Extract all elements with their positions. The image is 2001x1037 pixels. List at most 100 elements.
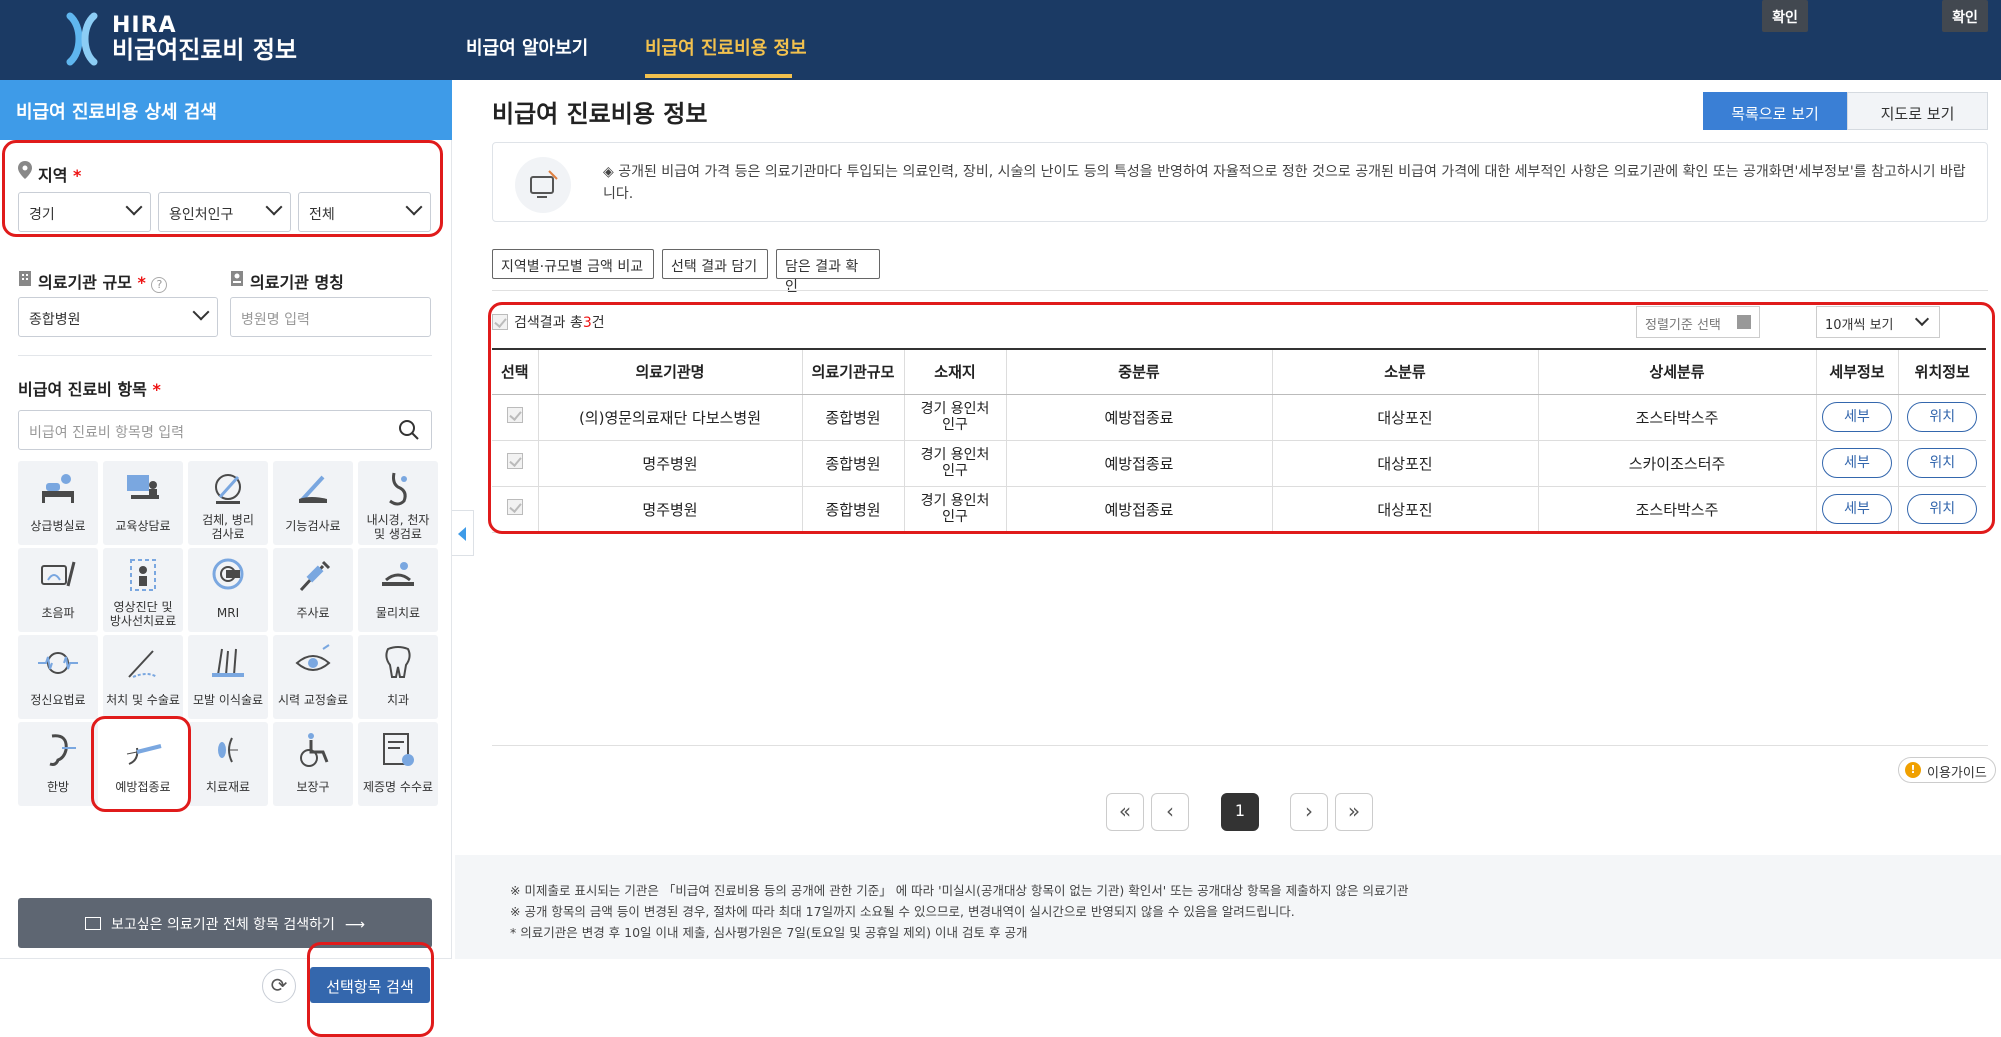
bed-icon	[42, 474, 74, 503]
category-label-line: 및 생검료	[374, 527, 422, 541]
chevron-down-icon	[192, 303, 210, 321]
page-current[interactable]: 1	[1221, 793, 1259, 831]
tab-list-view[interactable]: 목록으로 보기	[1703, 92, 1847, 130]
usage-guide-button[interactable]: 이용가이드	[1898, 757, 1996, 783]
syringe-hand-icon	[299, 475, 327, 503]
category-physical-therapy[interactable]: 물리치료	[358, 548, 438, 632]
logo-line1: HIRA	[112, 13, 177, 38]
category-injection[interactable]: 주사료	[273, 548, 353, 632]
category-vision-correction[interactable]: 시력 교정술료	[273, 635, 353, 719]
logo-text[interactable]: HIRA 비급여진료비 정보	[112, 13, 297, 64]
highlight-region	[2, 140, 443, 237]
hospital-list-icon	[85, 917, 102, 930]
therapy-icon	[382, 562, 414, 586]
refresh-icon: ⟳	[270, 973, 288, 997]
notice-box: ◈ 공개된 비급여 가격 등은 의료기관마다 투입되는 의료인력, 장비, 시술…	[492, 142, 1988, 222]
category-imaging[interactable]: 영상진단 및 방사선치료료	[103, 548, 183, 632]
certificate-icon	[383, 733, 414, 766]
item-label-text: 비급여 진료비 항목	[18, 380, 147, 399]
category-label: 제증명 수수료	[362, 780, 434, 794]
category-ward[interactable]: 상급병실료	[18, 461, 98, 545]
page-last-button[interactable]: »	[1335, 793, 1373, 831]
category-label: 치료재료	[205, 780, 251, 794]
category-surgery[interactable]: 처치 및 수술료	[103, 635, 183, 719]
logo-line2: 비급여진료비 정보	[112, 36, 297, 64]
compare-by-region-button[interactable]: 지역별·규모별 금액 비교	[492, 249, 654, 279]
search-icon[interactable]	[398, 419, 420, 441]
full-search-label: 보고싶은 의료기관 전체 항목 검색하기	[111, 917, 335, 933]
sort-confirm-button[interactable]: 확인	[1762, 0, 1808, 32]
search-sidebar: 비급여 진료비용 상세 검색 지역 * 경기 용인처인구 전체 의료기관 규모 …	[0, 80, 452, 1037]
reset-button[interactable]: ⟳	[262, 969, 296, 1003]
nav-noncovered-info[interactable]: 비급여 알아보기	[466, 34, 588, 60]
view-saved-results-button[interactable]: 담은 결과 확인	[776, 249, 880, 295]
brain-wave-icon	[38, 652, 78, 674]
category-endoscopy[interactable]: 내시경, 천자 및 생검료	[358, 461, 438, 545]
top-header: HIRA 비급여진료비 정보 비급여 알아보기 비급여 진료비용 정보	[0, 0, 2001, 80]
category-label: 처치 및 수술료	[106, 693, 180, 707]
full-item-search-button[interactable]: 보고싶은 의료기관 전체 항목 검색하기 ⟶	[18, 898, 432, 948]
highlight-search-button	[307, 942, 434, 1037]
help-icon[interactable]: ?	[151, 277, 168, 293]
eye-icon	[295, 644, 331, 671]
category-label: 교육상담료	[115, 519, 171, 533]
sidebar-title: 비급여 진료비용 상세 검색	[0, 80, 452, 140]
category-hair-transplant[interactable]: 모발 이식술료	[188, 635, 268, 719]
category-psychotherapy[interactable]: 정신요법료	[18, 635, 98, 719]
page-first-button[interactable]: «	[1106, 793, 1144, 831]
hospital-name-input[interactable]: 병원명 입력	[230, 297, 431, 337]
page-next-button[interactable]: ›	[1290, 793, 1328, 831]
category-label: 주사료	[296, 606, 330, 620]
category-label: 내시경, 천자 및 생검료	[358, 513, 438, 541]
category-label-line: 방사선치료료	[109, 614, 177, 628]
category-label-line: 검사료	[211, 527, 245, 541]
tooth-icon	[385, 646, 411, 678]
tab-map-view[interactable]: 지도로 보기	[1847, 92, 1988, 130]
name-label: 의료기관 명칭	[250, 273, 344, 292]
scale-label-text: 의료기관 규모	[38, 273, 132, 292]
category-assistive-devices[interactable]: 보장구	[273, 722, 353, 806]
lens-icon	[218, 737, 238, 763]
ear-acupuncture-icon	[49, 734, 76, 766]
category-label: 검체, 병리 검사료	[188, 513, 268, 541]
category-label: MRI	[216, 606, 240, 620]
scale-select[interactable]: 종합병원	[18, 297, 218, 337]
category-ultrasound[interactable]: 초음파	[18, 548, 98, 632]
ultrasound-icon	[41, 561, 76, 587]
page-title: 비급여 진료비용 정보	[492, 100, 708, 128]
building-icon	[19, 271, 31, 286]
category-materials[interactable]: 치료재료	[188, 722, 268, 806]
page-size-confirm-button[interactable]: 확인	[1942, 0, 1988, 32]
page-prev-button[interactable]: ‹	[1151, 793, 1189, 831]
category-label: 치과	[386, 693, 410, 707]
stomach-icon	[389, 472, 407, 506]
category-label: 시력 교정술료	[277, 693, 349, 707]
save-selected-results-button[interactable]: 선택 결과 담기	[662, 249, 768, 279]
category-oriental[interactable]: 한방	[18, 722, 98, 806]
category-label: 초음파	[41, 606, 75, 620]
category-specimen-test[interactable]: 검체, 병리 검사료	[188, 461, 268, 545]
hira-logo-icon	[66, 12, 98, 66]
mri-icon	[212, 558, 244, 590]
category-dental[interactable]: 치과	[358, 635, 438, 719]
divider	[18, 355, 432, 356]
microscope-icon	[215, 474, 241, 504]
notice-device-icon	[530, 170, 558, 198]
category-label: 기능검사료	[285, 519, 341, 533]
category-education[interactable]: 교육상담료	[103, 461, 183, 545]
scalpel-icon	[128, 650, 158, 678]
category-mri[interactable]: MRI	[188, 548, 268, 632]
category-function-test[interactable]: 기능검사료	[273, 461, 353, 545]
sidebar-collapse-handle[interactable]	[452, 510, 474, 556]
xray-icon	[130, 559, 156, 591]
nav-noncovered-cost[interactable]: 비급여 진료비용 정보	[645, 34, 807, 60]
notice-icon-wrap	[515, 157, 571, 213]
highlight-vaccination	[91, 716, 191, 812]
scale-label: 의료기관 규모 * ?	[38, 269, 168, 293]
counseling-icon	[127, 475, 159, 499]
category-label: 모발 이식술료	[192, 693, 264, 707]
item-search-input[interactable]: 비급여 진료비 항목명 입력	[18, 410, 432, 450]
arrow-right-icon: ⟶	[344, 917, 365, 933]
category-certificate-fee[interactable]: 제증명 수수료	[358, 722, 438, 806]
nav-active-underline	[645, 74, 792, 78]
